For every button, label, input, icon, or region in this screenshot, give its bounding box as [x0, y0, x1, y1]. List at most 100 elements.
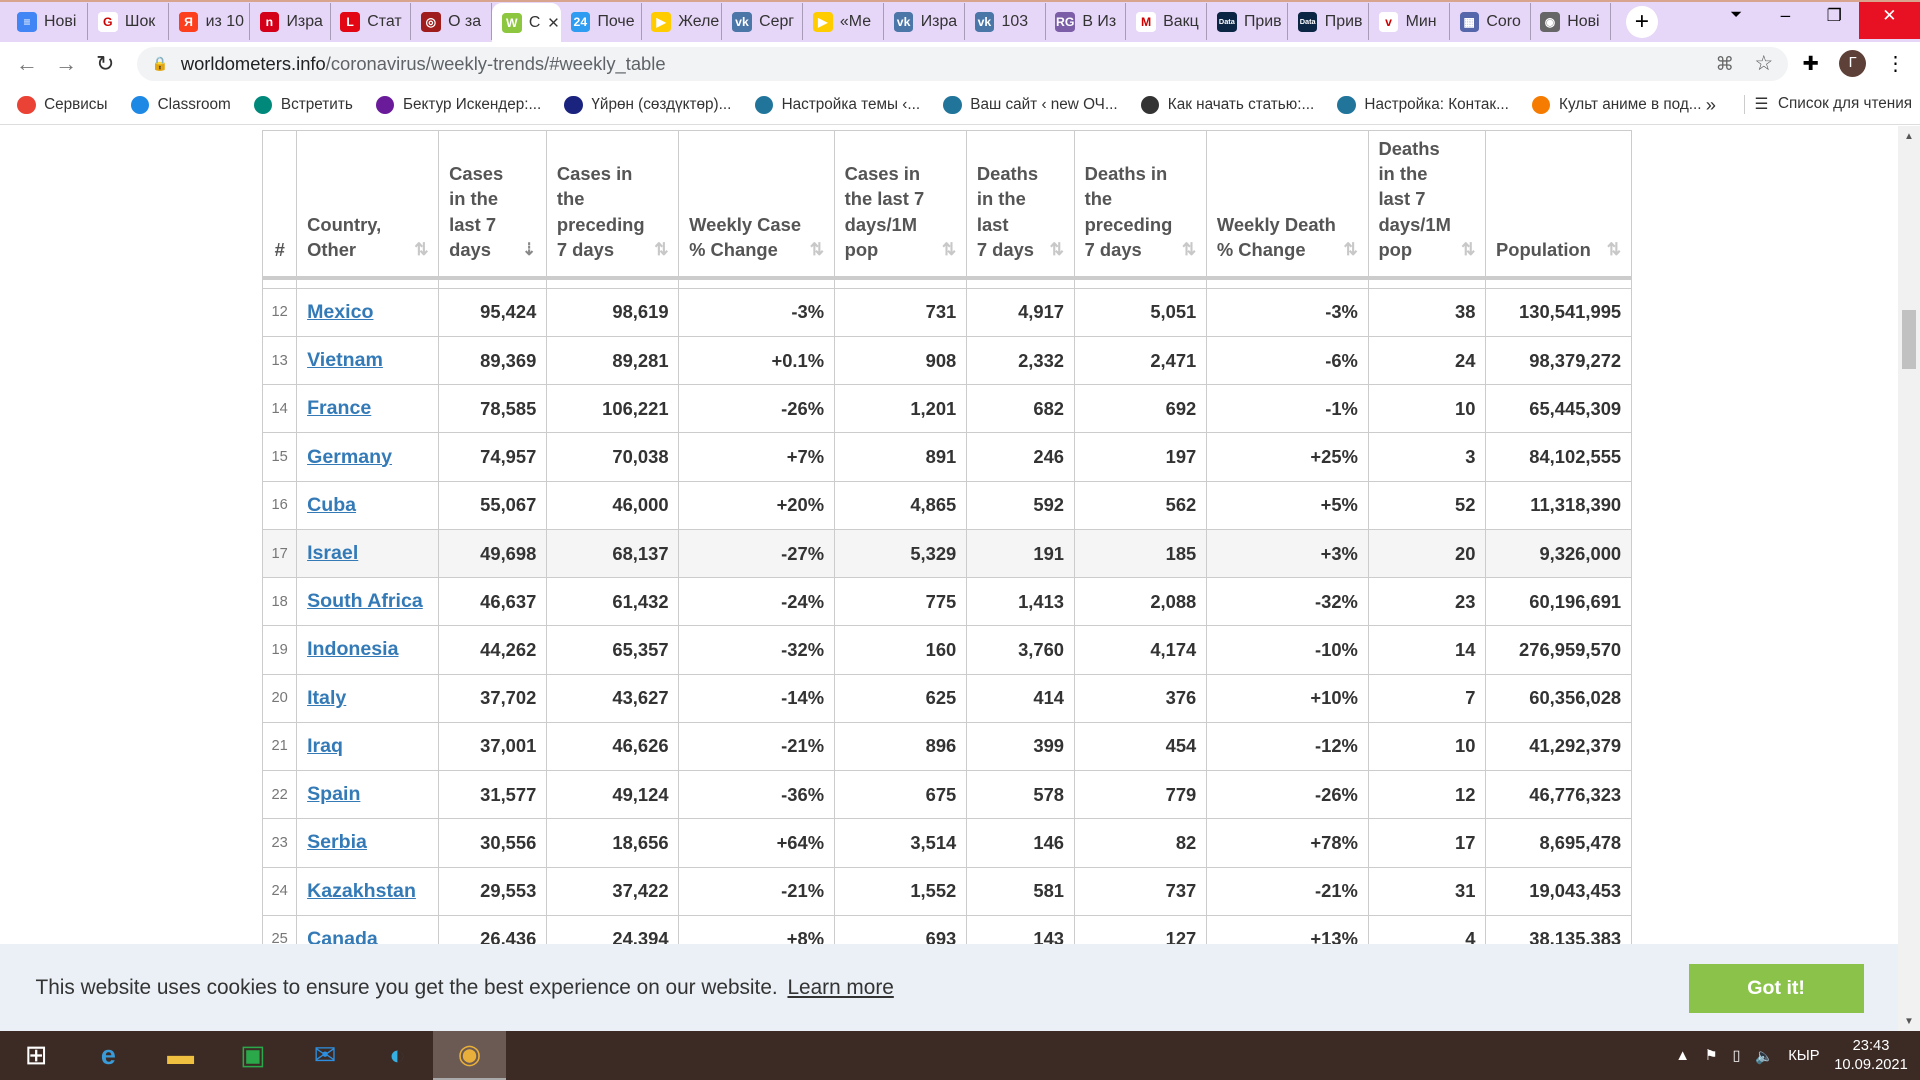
tray-overflow-icon[interactable]: ▲: [1675, 1048, 1690, 1064]
bookmark-item[interactable]: Встретить: [253, 95, 353, 114]
profile-menu-icon[interactable]: ⏷: [1712, 2, 1761, 39]
language-indicator[interactable]: КЫР: [1788, 1048, 1819, 1064]
sort-icon[interactable]: ⇅: [1344, 237, 1358, 262]
sort-icon[interactable]: ⇅: [414, 237, 428, 262]
country-link[interactable]: Cuba: [307, 494, 356, 516]
country-link[interactable]: Iraq: [307, 735, 343, 757]
country-link[interactable]: Italy: [307, 687, 346, 709]
country-link[interactable]: France: [307, 397, 371, 419]
column-header[interactable]: Population ⇅: [1485, 129, 1632, 281]
bookmark-item[interactable]: Classroom: [130, 95, 231, 114]
sort-desc-icon[interactable]: ⇣: [522, 237, 536, 262]
browser-tab[interactable]: Яиз 10: [169, 3, 250, 41]
country-link[interactable]: Germany: [307, 446, 392, 468]
clock[interactable]: 23:43 10.09.2021: [1834, 1037, 1908, 1074]
browser-tab[interactable]: vk 103: [965, 3, 1046, 41]
browser-tab[interactable]: Data Прив: [1288, 3, 1369, 41]
vertical-scrollbar[interactable]: ▲ ▼: [1897, 126, 1920, 1033]
browser-tab[interactable]: vk Изра: [884, 3, 965, 41]
column-header[interactable]: Cases in the last 7 days/1M pop ⇅: [833, 129, 968, 281]
bookmark-item[interactable]: Сервисы: [17, 95, 107, 114]
browser-tab[interactable]: n Изра: [250, 3, 331, 41]
column-header[interactable]: Cases in the last 7 days ⇣: [438, 129, 548, 281]
chrome-icon[interactable]: ◉: [433, 1031, 506, 1080]
browser-tab[interactable]: ▦ Coro: [1450, 3, 1531, 41]
new-tab-button[interactable]: +: [1626, 5, 1658, 38]
column-header[interactable]: Deaths in the preceding 7 days ⇅: [1073, 129, 1208, 281]
data-cell: 89,281: [546, 335, 680, 386]
browser-tab[interactable]: ▶ Желе: [642, 3, 723, 41]
extensions-icon[interactable]: ✚: [1802, 52, 1818, 76]
tab-close-icon[interactable]: ×: [548, 12, 559, 35]
browser-tab[interactable]: ◉ Нові: [1531, 3, 1612, 41]
bookmark-item[interactable]: Настройка: Контак...: [1337, 95, 1509, 114]
country-link[interactable]: Serbia: [307, 831, 367, 853]
learn-more-link[interactable]: Learn more: [787, 976, 893, 1000]
bookmark-star-icon[interactable]: ☆: [1754, 51, 1773, 76]
country-link[interactable]: Kazakhstan: [307, 880, 416, 902]
browser-tab[interactable]: 24 Поче: [561, 3, 642, 41]
browser-tab[interactable]: ≡ Нові: [7, 3, 89, 41]
country-link[interactable]: Spain: [307, 783, 360, 805]
browser-tab[interactable]: Data Прив: [1207, 3, 1289, 41]
browser-tab[interactable]: ◎ О за: [411, 3, 493, 41]
column-header[interactable]: Weekly Death % Change ⇅: [1206, 129, 1369, 281]
column-header[interactable]: Cases in the preceding 7 days ⇅: [546, 129, 680, 281]
country-link[interactable]: South Africa: [307, 590, 423, 612]
sort-icon[interactable]: ⇅: [942, 237, 956, 262]
country-link[interactable]: Israel: [307, 542, 358, 564]
column-header[interactable]: Country, Other ⇅: [296, 129, 440, 281]
store-icon[interactable]: ▣: [217, 1031, 289, 1080]
column-header[interactable]: Deaths in the last 7 days ⇅: [966, 129, 1075, 281]
browser-tab[interactable]: vk Серг: [722, 3, 804, 41]
translate-icon[interactable]: ⌘: [1716, 53, 1734, 75]
bookmark-item[interactable]: Культ аниме в под...: [1532, 95, 1702, 114]
url-input[interactable]: 🔒 worldometers.info/coronavirus/weekly-t…: [137, 46, 1788, 81]
sort-icon[interactable]: ⇅: [654, 237, 668, 262]
column-header[interactable]: #: [262, 129, 298, 281]
menu-icon[interactable]: ⋮: [1886, 52, 1906, 76]
window-close-button[interactable]: ✕: [1858, 2, 1920, 39]
accept-cookies-button[interactable]: Got it!: [1688, 963, 1864, 1013]
reading-list-button[interactable]: ☰ Список для чтения: [1743, 95, 1912, 115]
browser-tab[interactable]: L Стат: [331, 3, 412, 41]
volume-icon[interactable]: 🔈: [1755, 1047, 1773, 1065]
browser-tab[interactable]: G Шок: [88, 3, 169, 41]
sort-icon[interactable]: ⇅: [810, 237, 824, 262]
bookmark-item[interactable]: Бектур Искендер:...: [376, 95, 541, 114]
column-header[interactable]: Weekly Case % Change ⇅: [678, 129, 835, 281]
scrollbar-thumb[interactable]: [1901, 309, 1917, 369]
bookmark-item[interactable]: Ваш сайт ‹ new ОЧ...: [943, 95, 1118, 114]
browser-tab[interactable]: ▶ «Ме: [803, 3, 885, 41]
internet-explorer-icon[interactable]: e: [72, 1031, 144, 1080]
minimize-button[interactable]: –: [1761, 2, 1810, 39]
browser-tab[interactable]: W С ×: [492, 3, 561, 43]
bookmark-item[interactable]: Настройка темы ‹...: [754, 95, 920, 114]
browser-tab[interactable]: M Вакц: [1126, 3, 1208, 41]
reload-button[interactable]: ↻: [86, 51, 125, 77]
sort-icon[interactable]: ⇅: [1461, 237, 1475, 262]
action-center-flag-icon[interactable]: ⚑: [1705, 1047, 1718, 1064]
country-link[interactable]: Vietnam: [307, 349, 383, 371]
bookmark-item[interactable]: Үйрөн (сөздүктөр)...: [564, 95, 731, 114]
country-link[interactable]: Mexico: [307, 301, 373, 323]
sort-icon[interactable]: ⇅: [1607, 237, 1621, 262]
browser-tab[interactable]: RG В Из: [1046, 3, 1127, 41]
file-explorer-icon[interactable]: ▬: [144, 1031, 216, 1080]
bookmark-favicon-icon: [1140, 95, 1160, 114]
profile-avatar[interactable]: Г: [1839, 50, 1867, 78]
mail-icon[interactable]: ✉: [289, 1031, 361, 1080]
country-link[interactable]: Indonesia: [307, 638, 398, 660]
back-button[interactable]: ←: [7, 51, 46, 77]
sort-icon[interactable]: ⇅: [1050, 237, 1064, 262]
edge-icon[interactable]: ◐: [361, 1031, 433, 1080]
column-header[interactable]: Deaths in the last 7 days/1M pop ⇅: [1367, 129, 1487, 281]
battery-icon[interactable]: ▯: [1732, 1047, 1740, 1064]
browser-tab[interactable]: v Мин: [1369, 3, 1450, 41]
sort-icon[interactable]: ⇅: [1182, 237, 1196, 262]
more-bookmarks-button[interactable]: »: [1706, 94, 1716, 116]
start-button[interactable]: ⊞: [0, 1031, 72, 1080]
bookmark-item[interactable]: Как начать статью:...: [1140, 95, 1314, 114]
forward-button[interactable]: →: [47, 51, 86, 77]
maximize-button[interactable]: ❐: [1810, 2, 1859, 39]
